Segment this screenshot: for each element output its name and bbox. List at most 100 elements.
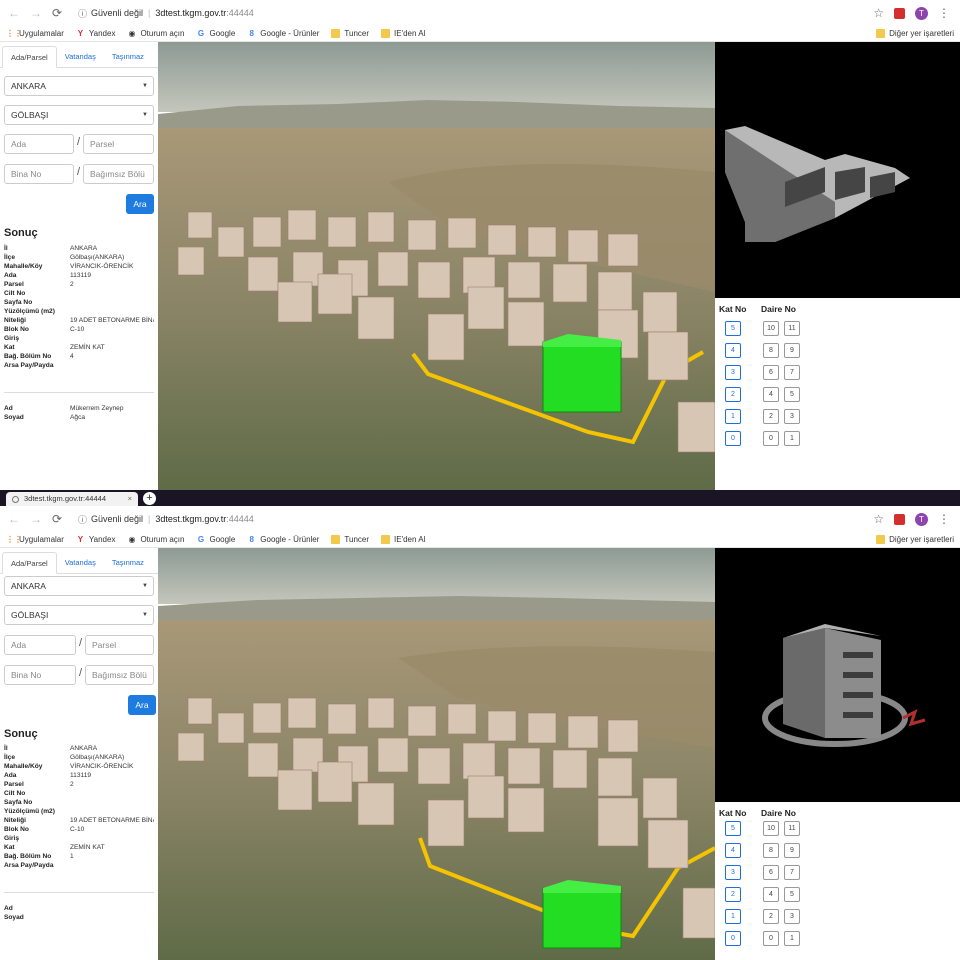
profile-avatar[interactable]: T [915,6,928,20]
unit-button[interactable]: 0 [763,931,779,946]
bookmark-yandex[interactable]: Y Yandex [76,535,116,544]
building-3d-model[interactable] [715,548,960,802]
parsel-input[interactable]: Parsel [85,635,154,655]
unit-button[interactable]: 6 [763,365,779,380]
unit-button[interactable]: 4 [763,887,779,902]
new-tab-icon[interactable]: + [143,492,156,505]
district-select[interactable]: GÖLBAŞI ▼ [4,105,154,125]
extension-icon[interactable] [894,7,905,19]
browser-tab[interactable]: 3dtest.tkgm.gov.tr:44444 × [6,492,138,506]
bina-no-input[interactable]: Bina No [4,665,76,685]
floor-button[interactable]: 4 [725,843,741,858]
unit-button[interactable]: 11 [784,821,800,836]
unit-button[interactable]: 2 [763,409,779,424]
close-icon[interactable]: × [128,492,132,506]
bookmark-google-products[interactable]: 8 Google - Ürünler [247,29,320,38]
bookmark-session[interactable]: ◉ Oturum açın [127,535,184,544]
bookmark-google[interactable]: G Google [196,535,235,544]
unit-button[interactable]: 9 [784,843,800,858]
floor-button[interactable]: 4 [725,343,741,358]
parsel-input[interactable]: Parsel [83,134,154,154]
bookmark-star-icon[interactable]: ☆ [873,512,884,526]
info-icon[interactable]: ⓘ [78,7,87,20]
bookmark-session[interactable]: ◉ Oturum açın [127,29,184,38]
floor-button[interactable]: 3 [725,365,741,380]
address-bar[interactable]: ⓘ Güvenli değil | 3dtest.tkgm.gov.tr:444… [78,4,863,22]
unit-button[interactable]: 10 [763,321,779,336]
floor-button[interactable]: 5 [725,821,741,836]
map-3d-view[interactable] [158,42,715,490]
profile-avatar[interactable]: T [915,512,928,526]
unit-button[interactable]: 2 [763,909,779,924]
floor-button[interactable]: 1 [725,409,741,424]
floor-button[interactable]: 0 [725,431,741,446]
bookmark-tuncer[interactable]: Tuncer [331,29,369,38]
floor-button[interactable]: 2 [725,887,741,902]
reload-icon[interactable]: ⟳ [52,6,62,20]
info-icon[interactable]: ⓘ [78,513,87,526]
unit-button[interactable]: 4 [763,387,779,402]
building-3d-viewer[interactable] [715,42,960,298]
bookmark-google-products[interactable]: 8 Google - Ürünler [247,535,320,544]
bookmark-other[interactable]: Diğer yer işaretleri [876,535,954,544]
bagimsiz-bolum-input[interactable]: Bağımsız Bölü [85,665,154,685]
floor-button[interactable]: 5 [725,321,741,336]
ada-input[interactable]: Ada [4,134,74,154]
tab-vatandas[interactable]: Vatandaş [57,552,104,573]
forward-icon[interactable]: → [30,6,42,20]
bookmark-apps[interactable]: ⋮⋮ Uygulamalar [6,535,64,544]
unit-button[interactable]: 8 [763,843,779,858]
floor-button[interactable]: 0 [725,931,741,946]
map-3d-view[interactable] [158,548,715,960]
unit-button[interactable]: 11 [784,321,800,336]
tab-vatandas[interactable]: Vatandaş [57,46,104,67]
reload-icon[interactable]: ⟳ [52,512,62,526]
tab-ada-parsel[interactable]: Ada/Parsel [2,46,57,68]
back-icon[interactable]: ← [8,6,20,20]
tab-tasinmaz[interactable]: Taşınmaz [104,46,152,67]
tab-tasinmaz[interactable]: Taşınmaz [104,552,152,573]
menu-kebab-icon[interactable]: ⋮ [938,512,950,526]
bookmark-apps[interactable]: ⋮⋮ Uygulamalar [6,29,64,38]
bookmark-ie[interactable]: IE'den Al [381,535,425,544]
unit-button[interactable]: 9 [784,343,800,358]
ada-input[interactable]: Ada [4,635,76,655]
unit-button[interactable]: 7 [784,365,800,380]
bookmark-ie[interactable]: IE'den Al [381,29,425,38]
tab-ada-parsel[interactable]: Ada/Parsel [2,552,57,574]
unit-button[interactable]: 3 [784,909,800,924]
floor-button[interactable]: 3 [725,865,741,880]
address-bar[interactable]: ⓘ Güvenli değil | 3dtest.tkgm.gov.tr:444… [78,510,863,528]
satellite-3d-scene[interactable] [158,42,715,490]
unit-button[interactable]: 7 [784,865,800,880]
bookmark-tuncer[interactable]: Tuncer [331,535,369,544]
unit-button[interactable]: 5 [784,387,800,402]
floor-button[interactable]: 1 [725,909,741,924]
floor-button[interactable]: 2 [725,387,741,402]
unit-button[interactable]: 8 [763,343,779,358]
building-3d-viewer[interactable] [715,548,960,802]
unit-button[interactable]: 3 [784,409,800,424]
unit-button[interactable]: 1 [784,431,800,446]
bagimsiz-bolum-input[interactable]: Bağımsız Bölü [83,164,154,184]
unit-button[interactable]: 1 [784,931,800,946]
bookmark-star-icon[interactable]: ☆ [873,6,884,20]
unit-button[interactable]: 5 [784,887,800,902]
unit-button[interactable]: 6 [763,865,779,880]
bina-no-input[interactable]: Bina No [4,164,74,184]
back-icon[interactable]: ← [8,512,20,526]
unit-button[interactable]: 10 [763,821,779,836]
search-button[interactable]: Ara [126,194,154,214]
satellite-3d-scene[interactable] [158,548,715,960]
extension-icon[interactable] [894,513,905,525]
floor-plan-3d-model[interactable] [715,42,960,298]
province-select[interactable]: ANKARA ▼ [4,576,154,596]
search-button[interactable]: Ara [128,695,156,715]
bookmark-other[interactable]: Diğer yer işaretleri [876,29,954,38]
unit-button[interactable]: 0 [763,431,779,446]
province-select[interactable]: ANKARA ▼ [4,76,154,96]
menu-kebab-icon[interactable]: ⋮ [938,6,950,20]
forward-icon[interactable]: → [30,512,42,526]
district-select[interactable]: GÖLBAŞI ▼ [4,605,154,625]
bookmark-yandex[interactable]: Y Yandex [76,29,116,38]
